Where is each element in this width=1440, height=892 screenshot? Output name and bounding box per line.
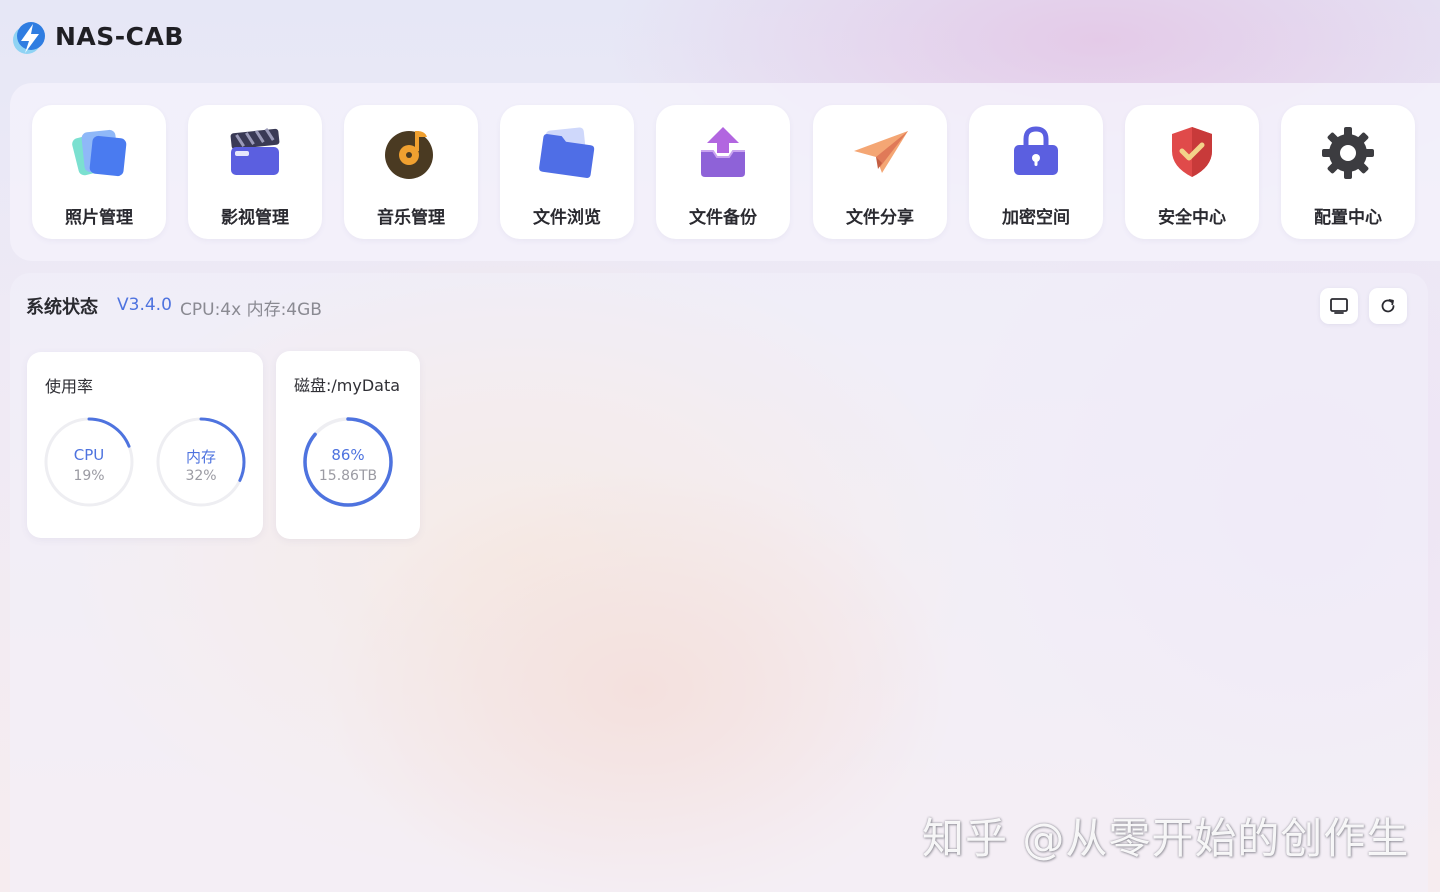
cpu-gauge: CPU 19% [43, 416, 135, 508]
disk-percent: 86% [331, 446, 365, 464]
memory-value: 32% [185, 468, 217, 484]
version-label: V3.4.0 [117, 295, 172, 315]
lock-icon [1014, 126, 1058, 175]
app-photos[interactable]: 照片管理 [32, 105, 166, 239]
app-share[interactable]: 文件分享 [813, 105, 947, 239]
monitor-icon [1330, 298, 1348, 314]
app-label: 配置中心 [1314, 208, 1382, 228]
app-label: 音乐管理 [377, 208, 445, 228]
gear-icon [1322, 127, 1374, 179]
hardware-spec: CPU:4x 内存:4GB [180, 300, 322, 320]
system-status-panel: 系统状态 V3.4.0 CPU:4x 内存:4GB 使用率 CPU 19% 内存… [10, 273, 1428, 892]
app-label: 安全中心 [1158, 208, 1226, 228]
app-title: NAS-CAB [55, 22, 184, 51]
app-label: 影视管理 [221, 208, 289, 228]
app-security[interactable]: 安全中心 [1125, 105, 1259, 239]
monitor-button[interactable] [1320, 288, 1358, 324]
usage-title: 使用率 [45, 377, 94, 396]
app-encrypted[interactable]: 加密空间 [969, 105, 1103, 239]
memory-gauge: 内存 32% [155, 416, 247, 508]
app-label: 照片管理 [65, 208, 133, 228]
cpu-label: CPU [73, 446, 105, 464]
paper-plane-icon [854, 131, 908, 173]
folder-icon [539, 127, 595, 178]
status-title: 系统状态 [26, 297, 98, 318]
music-icon [385, 131, 433, 179]
memory-label: 内存 [185, 448, 216, 466]
refresh-icon [1381, 299, 1395, 313]
disk-title: 磁盘:/myData [294, 376, 401, 395]
disk-size: 15.86TB [318, 468, 378, 484]
app-backup[interactable]: 文件备份 [656, 105, 790, 239]
logo-icon [13, 22, 45, 54]
photos-icon [72, 129, 127, 177]
apps-panel: 照片管理 影视管理 音乐管理 文件浏览 文件备份 文件分享 加密空间 安全中心 … [10, 83, 1440, 261]
usage-card: 使用率 CPU 19% 内存 32% [27, 352, 263, 538]
app-music[interactable]: 音乐管理 [344, 105, 478, 239]
cpu-value: 19% [73, 468, 105, 484]
shield-icon [1172, 127, 1212, 177]
app-label: 文件浏览 [533, 208, 601, 228]
app-settings[interactable]: 配置中心 [1281, 105, 1415, 239]
backup-icon [701, 127, 745, 177]
app-label: 文件备份 [689, 208, 757, 228]
app-label: 加密空间 [1002, 208, 1070, 228]
disk-gauge: 86% 15.86TB [302, 416, 394, 508]
app-video[interactable]: 影视管理 [188, 105, 322, 239]
app-header: NAS-CAB [0, 0, 1440, 80]
watermark: 知乎 @从零开始的创作生 [922, 814, 1410, 863]
app-files[interactable]: 文件浏览 [500, 105, 634, 239]
disk-card: 磁盘:/myData 86% 15.86TB [276, 351, 420, 539]
refresh-button[interactable] [1369, 288, 1407, 324]
video-icon [230, 127, 280, 175]
app-label: 文件分享 [846, 208, 914, 228]
